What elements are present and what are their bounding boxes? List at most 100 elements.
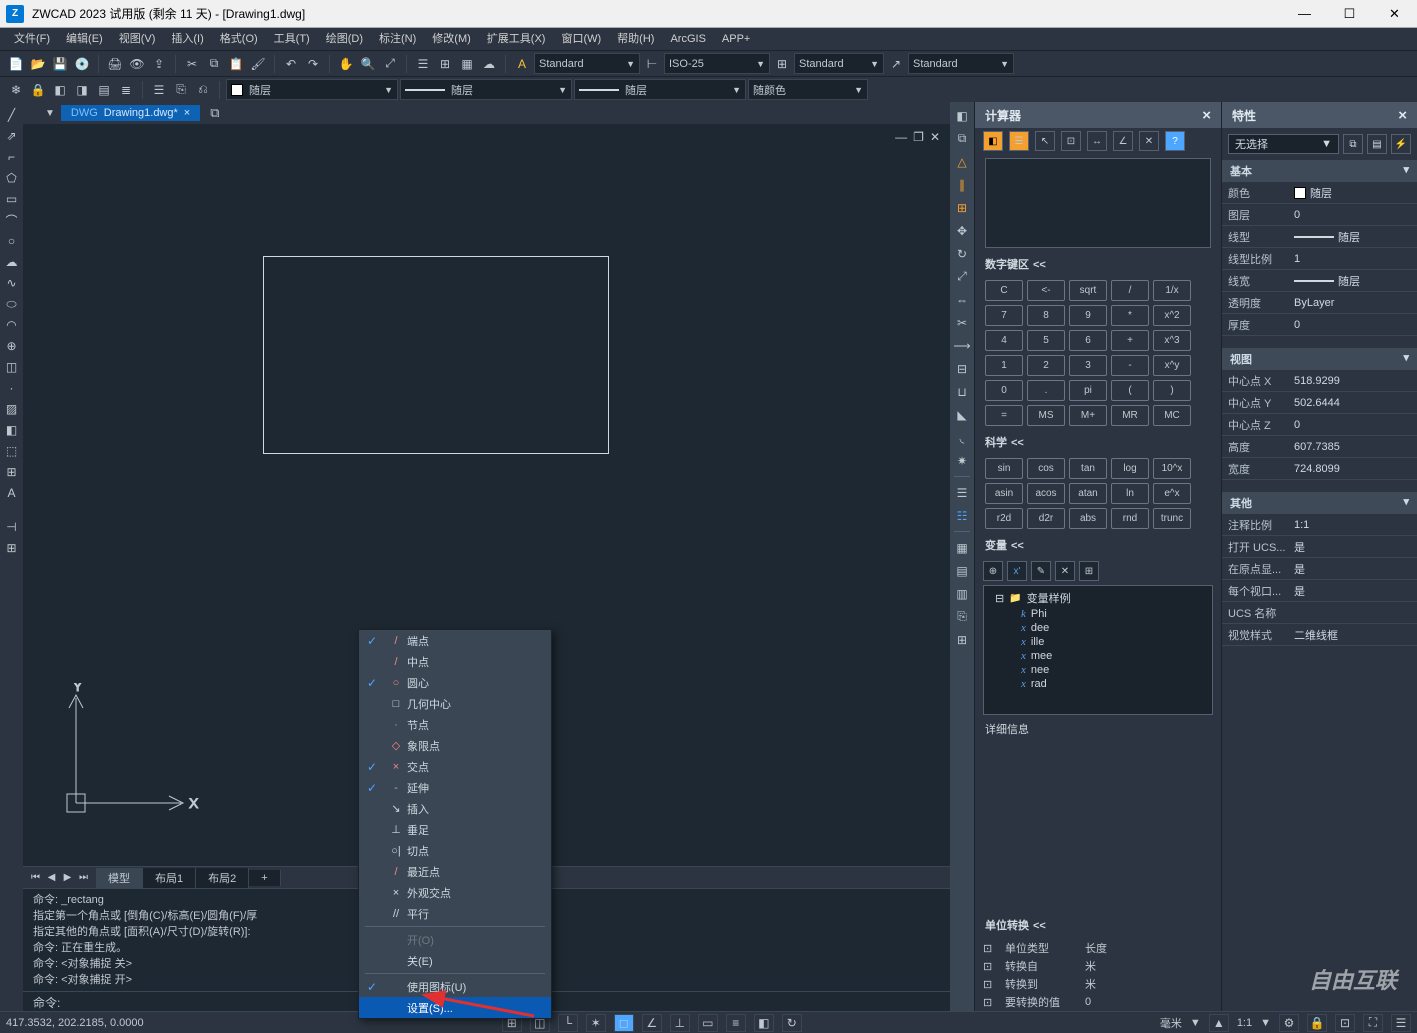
status-units[interactable]: 毫米	[1160, 1015, 1182, 1031]
calc-key-MC[interactable]: MC	[1153, 405, 1191, 426]
linetype-combo[interactable]: 随层▼	[400, 79, 572, 100]
calc-key-/[interactable]: /	[1111, 280, 1149, 301]
layerwalk-icon[interactable]: ≣	[116, 80, 136, 100]
calc-unit-head[interactable]: 单位转换	[975, 913, 1221, 937]
array-icon[interactable]: ⊞	[952, 197, 972, 218]
ctx-perp[interactable]: ⊥垂足	[359, 819, 551, 840]
rotate-icon[interactable]: ↻	[952, 243, 972, 264]
status-settings-icon[interactable]: ☰	[1391, 1014, 1411, 1032]
layers-icon[interactable]: ▤	[952, 560, 972, 581]
copy2-icon[interactable]: ⧉	[952, 128, 972, 149]
new-tab-button[interactable]: ⧉	[202, 105, 227, 121]
maximize-button[interactable]: ☐	[1327, 0, 1372, 28]
minimize-button[interactable]: —	[1282, 0, 1327, 28]
var-node-rad[interactable]: xrad	[987, 677, 1209, 691]
cloud-icon[interactable]: ☁	[479, 54, 499, 74]
calc-key-MR[interactable]: MR	[1111, 405, 1149, 426]
dimstyle-combo[interactable]: ISO-25▼	[664, 53, 770, 74]
menu-insert[interactable]: 插入(I)	[163, 28, 211, 50]
calc-numpad-head[interactable]: 数字键区	[975, 252, 1221, 276]
hatch-icon[interactable]: ▨	[2, 400, 21, 418]
status-dyn-icon[interactable]: ▭	[698, 1014, 718, 1032]
status-cycle-icon[interactable]: ↻	[782, 1014, 802, 1032]
var-btn1[interactable]: ⊕	[983, 561, 1003, 581]
calc-key-4[interactable]: 4	[985, 330, 1023, 351]
ctx-settings[interactable]: 设置(S)...	[359, 997, 551, 1018]
layer-icon[interactable]: ☰	[149, 80, 169, 100]
calc-scikey-ln[interactable]: ln	[1111, 483, 1149, 504]
calc-key-x^y[interactable]: x^y	[1153, 355, 1191, 376]
calc-help-icon[interactable]: ?	[1165, 131, 1185, 151]
status-ortho-icon[interactable]: └	[558, 1014, 578, 1032]
var-node-ille[interactable]: xille	[987, 635, 1209, 649]
menu-appplus[interactable]: APP+	[714, 28, 758, 50]
undo-icon[interactable]: ↶	[281, 54, 301, 74]
calc-key-sqrt[interactable]: sqrt	[1069, 280, 1107, 301]
stretch-icon[interactable]: ⇔	[952, 289, 972, 310]
calc-scikey-acos[interactable]: acos	[1027, 483, 1065, 504]
ctx-insert[interactable]: ↘插入	[359, 798, 551, 819]
revcloud-icon[interactable]: ☁	[2, 253, 21, 271]
copy-icon[interactable]: ⧉	[204, 54, 224, 74]
calc-key-)[interactable]: )	[1153, 380, 1191, 401]
unit-row[interactable]: ⊡单位类型长度	[983, 939, 1213, 957]
grid-icon[interactable]: ⊞	[2, 539, 21, 557]
calc-close-icon[interactable]: ×	[1202, 107, 1211, 124]
var-node-nee[interactable]: xnee	[987, 663, 1209, 677]
ctx-tangent[interactable]: ○|切点	[359, 840, 551, 861]
calc-scikey-rnd[interactable]: rnd	[1111, 508, 1149, 529]
tab-model[interactable]: 模型	[96, 868, 143, 888]
prop-row[interactable]: 高度607.7385	[1222, 436, 1417, 458]
prop-row[interactable]: 图层0	[1222, 204, 1417, 226]
menu-window[interactable]: 窗口(W)	[553, 28, 609, 50]
trim-icon[interactable]: ✂	[952, 312, 972, 333]
insert-icon[interactable]: ⊕	[2, 337, 21, 355]
calc-a3-icon[interactable]: ↔	[1087, 131, 1107, 151]
toolpal2-icon[interactable]: ▦	[952, 537, 972, 558]
save-icon[interactable]: 💾	[50, 54, 70, 74]
zoomext-icon[interactable]: ⤢	[380, 54, 400, 74]
prop-group-head[interactable]: 基本▾	[1222, 160, 1417, 182]
menu-extools[interactable]: 扩展工具(X)	[479, 28, 554, 50]
prop-row[interactable]: 厚度0	[1222, 314, 1417, 336]
tab-dropdown-icon[interactable]: ▼	[41, 108, 59, 119]
status-ws-icon[interactable]: ⚙	[1279, 1014, 1299, 1032]
textstyle-icon[interactable]: A	[512, 54, 532, 74]
calc-key-8[interactable]: 8	[1027, 305, 1065, 326]
freeze-icon[interactable]: ❄	[6, 80, 26, 100]
ellipse-icon[interactable]: ⬭	[2, 295, 21, 313]
tablestyle-icon[interactable]: ⊞	[772, 54, 792, 74]
drawing-canvas[interactable]: — ❐ ✕ Y X	[23, 124, 950, 866]
designcenter-icon[interactable]: ⊞	[435, 54, 455, 74]
menu-draw[interactable]: 绘图(D)	[318, 28, 371, 50]
mleaderstyle-combo[interactable]: Standard▼	[908, 53, 1014, 74]
calc-scikey-log[interactable]: log	[1111, 458, 1149, 479]
dimension-icon[interactable]: ⊣	[2, 518, 21, 536]
calc-vars-head[interactable]: 变量	[975, 533, 1221, 557]
prop-row[interactable]: 视觉样式二维线框	[1222, 624, 1417, 646]
tab-first-icon[interactable]: ⏮	[28, 872, 43, 883]
open-icon[interactable]: 📂	[28, 54, 48, 74]
close-button[interactable]: ✕	[1372, 0, 1417, 28]
calc-key-pi[interactable]: pi	[1069, 380, 1107, 401]
calc-scikey-atan[interactable]: atan	[1069, 483, 1107, 504]
ctx-endpoint[interactable]: ✓/端点	[359, 630, 551, 651]
print-icon[interactable]: 🖨	[105, 54, 125, 74]
calc-key-<-[interactable]: <-	[1027, 280, 1065, 301]
status-otrack-icon[interactable]: ∠	[642, 1014, 662, 1032]
props-close-icon[interactable]: ×	[1398, 107, 1407, 124]
calc-scikey-cos[interactable]: cos	[1027, 458, 1065, 479]
calc-scikey-abs[interactable]: abs	[1069, 508, 1107, 529]
preview-icon[interactable]: 👁	[127, 54, 147, 74]
status-anno-icon[interactable]: ▲	[1209, 1014, 1229, 1032]
prop-group-head[interactable]: 其他▾	[1222, 492, 1417, 514]
block-icon[interactable]: ◫	[2, 358, 21, 376]
layermgr-icon[interactable]: ☰	[413, 54, 433, 74]
prop-row[interactable]: 宽度724.8099	[1222, 458, 1417, 480]
ctx-intersection[interactable]: ✓×交点	[359, 756, 551, 777]
calc-key-*[interactable]: *	[1111, 305, 1149, 326]
spline-icon[interactable]: ∿	[2, 274, 21, 292]
erase-icon[interactable]: ◧	[952, 105, 972, 126]
layeron-icon[interactable]: ▤	[94, 80, 114, 100]
tab-layout2[interactable]: 布局2	[196, 868, 249, 888]
